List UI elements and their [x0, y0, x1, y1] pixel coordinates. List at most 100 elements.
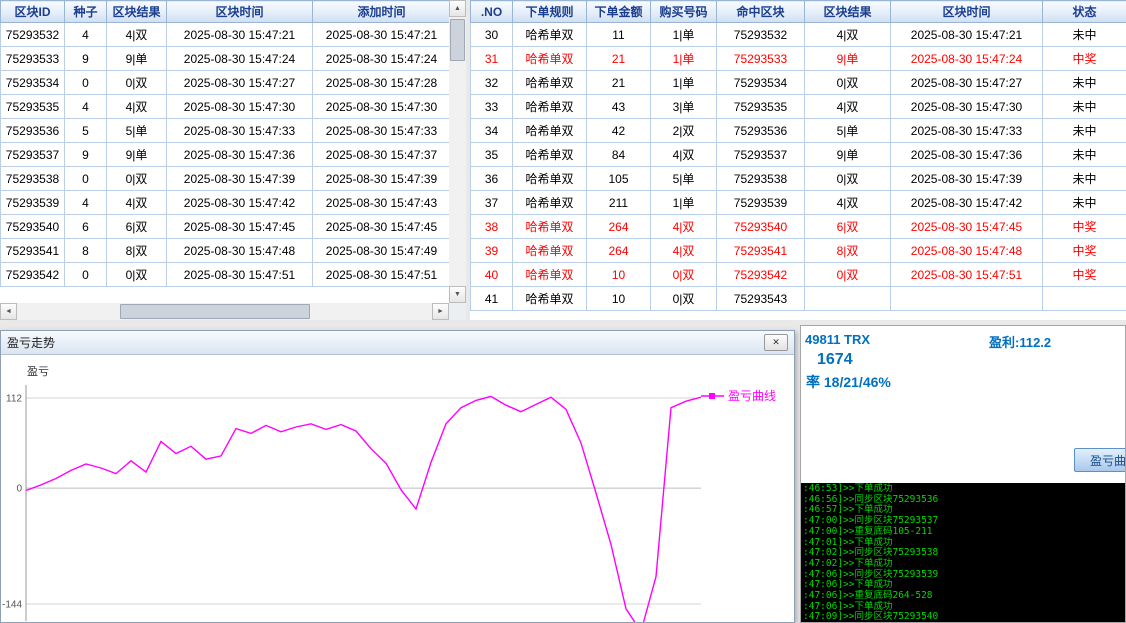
profit-text: 盈利:112.2 [989, 332, 1051, 351]
column-header[interactable]: 添加时间 [313, 1, 451, 23]
blocks-table-panel: 区块ID种子区块结果区块时间添加时间 75293532 4 4|双 2025-0… [0, 0, 466, 320]
order-row[interactable]: 39 哈希单双 264 4|双 75293541 8|双 2025-08-30 … [471, 239, 1126, 263]
column-header[interactable]: 区块结果 [805, 1, 891, 23]
vertical-scrollbar[interactable]: ▲ ▼ [449, 0, 466, 303]
order-row[interactable]: 35 哈希单双 84 4|双 75293537 9|单 2025-08-30 1… [471, 143, 1126, 167]
block-row[interactable]: 75293540 6 6|双 2025-08-30 15:47:45 2025-… [1, 215, 451, 239]
block-row[interactable]: 75293538 0 0|双 2025-08-30 15:47:39 2025-… [1, 167, 451, 191]
block-time-cell: 2025-08-30 15:47:27 [891, 71, 1043, 95]
block-row[interactable]: 75293533 9 9|单 2025-08-30 15:47:24 2025-… [1, 47, 451, 71]
order-row[interactable]: 37 哈希单双 211 1|单 75293539 4|双 2025-08-30 … [471, 191, 1126, 215]
order-no-cell: 38 [471, 215, 513, 239]
buy-number-cell: 0|双 [651, 287, 717, 311]
block-id-cell: 75293534 [1, 71, 65, 95]
block-row[interactable]: 75293537 9 9|单 2025-08-30 15:47:36 2025-… [1, 143, 451, 167]
block-id-cell: 75293542 [1, 263, 65, 287]
profit-curve-button[interactable]: 盈亏曲线 [1074, 448, 1126, 472]
hit-block-cell: 75293536 [717, 119, 805, 143]
block-row[interactable]: 75293534 0 0|双 2025-08-30 15:47:27 2025-… [1, 71, 451, 95]
add-time-cell: 2025-08-30 15:47:24 [313, 47, 451, 71]
block-id-cell: 75293536 [1, 119, 65, 143]
close-button[interactable]: ✕ [764, 334, 788, 351]
order-no-cell: 33 [471, 95, 513, 119]
order-rule-cell: 哈希单双 [513, 167, 587, 191]
block-row[interactable]: 75293542 0 0|双 2025-08-30 15:47:51 2025-… [1, 263, 451, 287]
block-id-cell: 75293532 [1, 23, 65, 47]
order-amount-cell: 11 [587, 23, 651, 47]
column-header[interactable]: 区块时间 [167, 1, 313, 23]
block-time-cell: 2025-08-30 15:47:42 [167, 191, 313, 215]
block-time-cell: 2025-08-30 15:47:39 [891, 167, 1043, 191]
vertical-scroll-thumb[interactable] [450, 19, 465, 61]
order-rule-cell: 哈希单双 [513, 143, 587, 167]
hit-block-cell: 75293532 [717, 23, 805, 47]
block-result-cell: 0|双 [107, 71, 167, 95]
status-cell: 中奖 [1043, 239, 1126, 263]
scroll-right-icon[interactable]: ► [432, 303, 449, 320]
column-header[interactable]: .NO [471, 1, 513, 23]
column-header[interactable]: 状态 [1043, 1, 1126, 23]
seed-cell: 0 [65, 167, 107, 191]
status-cell [1043, 287, 1126, 311]
column-header[interactable]: 命中区块 [717, 1, 805, 23]
order-amount-cell: 42 [587, 119, 651, 143]
horizontal-scrollbar[interactable]: ◄ ► [0, 303, 449, 320]
status-cell: 中奖 [1043, 263, 1126, 287]
orders-table-body: 30 哈希单双 11 1|单 75293532 4|双 2025-08-30 1… [471, 23, 1126, 311]
order-row[interactable]: 33 哈希单双 43 3|单 75293535 4|双 2025-08-30 1… [471, 95, 1126, 119]
count-text: 1674 [817, 351, 853, 369]
block-row[interactable]: 75293541 8 8|双 2025-08-30 15:47:48 2025-… [1, 239, 451, 263]
order-row[interactable]: 36 哈希单双 105 5|单 75293538 0|双 2025-08-30 … [471, 167, 1126, 191]
order-row[interactable]: 40 哈希单双 10 0|双 75293542 0|双 2025-08-30 1… [471, 263, 1126, 287]
blocks-table-header-row: 区块ID种子区块结果区块时间添加时间 [1, 1, 451, 23]
block-row[interactable]: 75293532 4 4|双 2025-08-30 15:47:21 2025-… [1, 23, 451, 47]
order-row[interactable]: 38 哈希单双 264 4|双 75293540 6|双 2025-08-30 … [471, 215, 1126, 239]
order-row[interactable]: 34 哈希单双 42 2|双 75293536 5|单 2025-08-30 1… [471, 119, 1126, 143]
scroll-down-icon[interactable]: ▼ [449, 286, 466, 303]
hit-block-cell: 75293533 [717, 47, 805, 71]
column-header[interactable]: 种子 [65, 1, 107, 23]
scroll-up-icon[interactable]: ▲ [449, 0, 466, 17]
add-time-cell: 2025-08-30 15:47:39 [313, 167, 451, 191]
order-row[interactable]: 30 哈希单双 11 1|单 75293532 4|双 2025-08-30 1… [471, 23, 1126, 47]
block-row[interactable]: 75293536 5 5|单 2025-08-30 15:47:33 2025-… [1, 119, 451, 143]
column-header[interactable]: 区块ID [1, 1, 65, 23]
block-row[interactable]: 75293539 4 4|双 2025-08-30 15:47:42 2025-… [1, 191, 451, 215]
block-result-cell: 4|双 [805, 23, 891, 47]
y-tick-label: -144 [2, 600, 22, 611]
block-result-cell: 6|双 [805, 215, 891, 239]
block-id-cell: 75293537 [1, 143, 65, 167]
column-header[interactable]: 区块时间 [891, 1, 1043, 23]
order-row[interactable]: 41 哈希单双 10 0|双 75293543 [471, 287, 1126, 311]
horizontal-scroll-thumb[interactable] [120, 304, 310, 319]
block-result-cell: 4|双 [107, 95, 167, 119]
order-no-cell: 30 [471, 23, 513, 47]
block-id-cell: 75293540 [1, 215, 65, 239]
block-time-cell: 2025-08-30 15:47:51 [167, 263, 313, 287]
block-time-cell: 2025-08-30 15:47:30 [891, 95, 1043, 119]
column-header[interactable]: 下单规则 [513, 1, 587, 23]
block-time-cell: 2025-08-30 15:47:21 [167, 23, 313, 47]
block-result-cell: 8|双 [805, 239, 891, 263]
block-time-cell: 2025-08-30 15:47:21 [891, 23, 1043, 47]
hit-block-cell: 75293540 [717, 215, 805, 239]
column-header[interactable]: 购买号码 [651, 1, 717, 23]
seed-cell: 9 [65, 143, 107, 167]
buy-number-cell: 4|双 [651, 215, 717, 239]
status-cell: 中奖 [1043, 215, 1126, 239]
order-row[interactable]: 32 哈希单双 21 1|单 75293534 0|双 2025-08-30 1… [471, 71, 1126, 95]
scroll-left-icon[interactable]: ◄ [0, 303, 17, 320]
order-row[interactable]: 31 哈希单双 21 1|单 75293533 9|单 2025-08-30 1… [471, 47, 1126, 71]
block-result-cell: 0|双 [805, 167, 891, 191]
block-result-cell: 4|双 [805, 191, 891, 215]
chart-window-titlebar[interactable]: 盈亏走势 ✕ [1, 331, 794, 355]
block-result-cell: 5|单 [107, 119, 167, 143]
column-header[interactable]: 区块结果 [107, 1, 167, 23]
block-result-cell: 5|单 [805, 119, 891, 143]
status-cell: 中奖 [1043, 47, 1126, 71]
block-time-cell: 2025-08-30 15:47:39 [167, 167, 313, 191]
column-header[interactable]: 下单金额 [587, 1, 651, 23]
hit-block-cell: 75293539 [717, 191, 805, 215]
block-row[interactable]: 75293535 4 4|双 2025-08-30 15:47:30 2025-… [1, 95, 451, 119]
block-result-cell [805, 287, 891, 311]
